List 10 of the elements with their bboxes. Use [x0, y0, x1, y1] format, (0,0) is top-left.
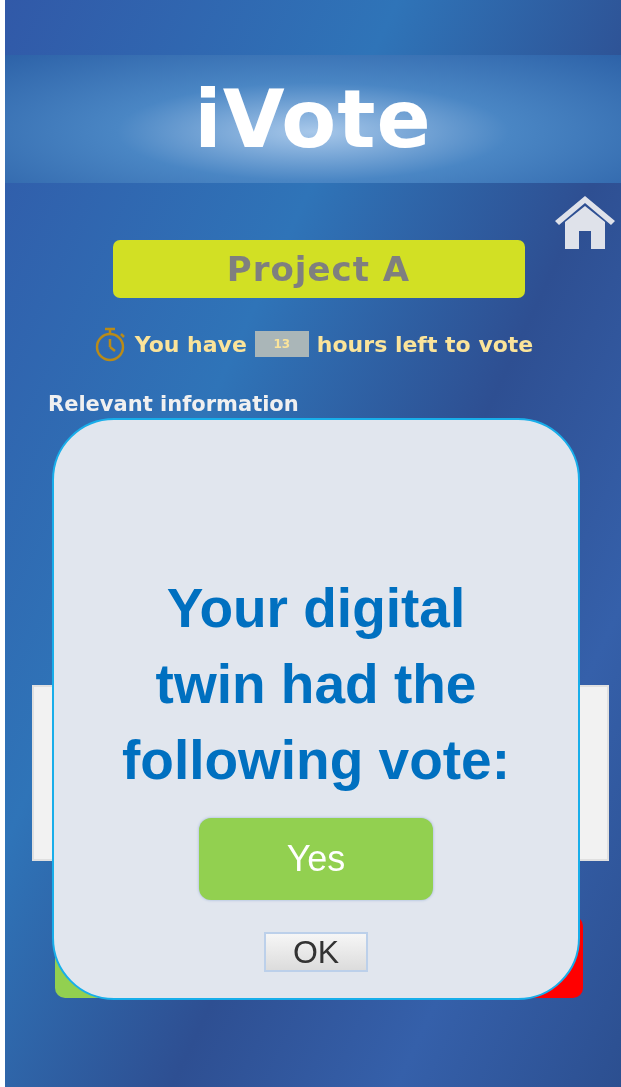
timer-text: hours left to vote: [316, 331, 534, 357]
dialog-message: Your digital twin had the following vote:: [121, 576, 511, 793]
project-title: Project A: [112, 240, 525, 298]
home-icon[interactable]: [553, 193, 617, 249]
section-heading: Relevant information: [48, 392, 300, 416]
app-title: iVote: [194, 72, 432, 166]
timer-text: You have: [134, 331, 247, 357]
hours-field: 13: [254, 331, 309, 357]
chosen-vote: Yes: [199, 818, 433, 900]
ok-button[interactable]: OK: [264, 932, 368, 972]
